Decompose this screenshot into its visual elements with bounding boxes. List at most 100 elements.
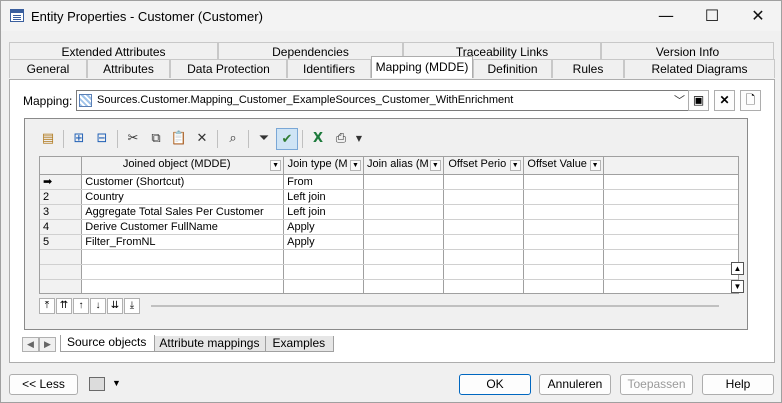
cell-join-alias[interactable]	[363, 264, 444, 280]
tab-related-diagrams[interactable]: Related Diagrams	[624, 59, 775, 78]
close-button[interactable]: ✕	[735, 1, 781, 31]
filter-icon[interactable]: ⏷	[253, 128, 275, 150]
cell-join-alias[interactable]	[363, 279, 444, 293]
row-marker[interactable]: 5	[40, 234, 83, 250]
scroll-up-icon[interactable]: ▲	[731, 262, 744, 275]
move-to-top-icon[interactable]: ⤒	[39, 298, 55, 314]
table-row[interactable]: 2 Country Left join	[40, 189, 738, 205]
col-offset-value[interactable]: Offset Value ▼	[523, 157, 604, 175]
cell-filler[interactable]	[603, 234, 738, 250]
cell-join-type[interactable]: Apply	[283, 234, 364, 250]
cell-joined-object[interactable]: Filter_FromNL	[81, 234, 285, 250]
mapping-properties-button[interactable]: ▣	[688, 90, 709, 111]
col-join-type[interactable]: Join type (M ▼	[283, 157, 364, 175]
table-row[interactable]	[40, 249, 738, 265]
row-marker[interactable]: 4	[40, 219, 83, 235]
table-row[interactable]	[40, 264, 738, 280]
cell-joined-object[interactable]: Country	[81, 189, 285, 205]
col-join-alias[interactable]: Join alias (M ▼	[363, 157, 444, 175]
cell-join-alias[interactable]	[363, 234, 444, 250]
print-menu-button[interactable]: ▼	[89, 375, 125, 395]
row-marker[interactable]	[40, 264, 83, 280]
chevron-down-icon[interactable]: ▼	[349, 160, 361, 171]
cell-offset-value[interactable]	[523, 204, 604, 220]
properties-icon[interactable]: ▤	[37, 128, 59, 150]
cell-offset-period[interactable]	[443, 219, 524, 235]
cell-filler[interactable]	[603, 174, 738, 190]
cell-joined-object[interactable]	[81, 264, 285, 280]
chevron-down-icon[interactable]: ▼	[270, 160, 282, 171]
cell-offset-value[interactable]	[523, 264, 604, 280]
tab-mapping-mdde[interactable]: Mapping (MDDE)	[371, 56, 473, 78]
cell-offset-period[interactable]	[443, 249, 524, 265]
cell-offset-value[interactable]	[523, 234, 604, 250]
insert-row-icon[interactable]: ⊞	[68, 128, 90, 150]
cell-offset-value[interactable]	[523, 174, 604, 190]
horizontal-scrollbar[interactable]	[151, 305, 719, 307]
row-marker[interactable]: ➡	[40, 174, 83, 190]
cell-join-type[interactable]	[283, 249, 364, 265]
cell-offset-period[interactable]	[443, 189, 524, 205]
cell-join-type[interactable]: Apply	[283, 219, 364, 235]
move-to-bottom-icon[interactable]: ⤓	[124, 298, 140, 314]
mapping-select[interactable]: Sources.Customer.Mapping_Customer_Exampl…	[76, 90, 690, 111]
subtab-examples[interactable]: Examples	[265, 336, 335, 352]
table-row[interactable]: 5 Filter_FromNL Apply	[40, 234, 738, 250]
chevron-down-icon[interactable]: ▼	[509, 160, 521, 171]
cell-join-type[interactable]: From	[283, 174, 364, 190]
row-marker[interactable]	[40, 249, 83, 265]
table-row[interactable]: 4 Derive Customer FullName Apply	[40, 219, 738, 235]
tab-data-protection[interactable]: Data Protection	[170, 59, 287, 78]
find-icon[interactable]: ⌕	[222, 128, 244, 150]
row-marker[interactable]	[40, 279, 83, 293]
mapping-new-button[interactable]: 🗋	[740, 90, 761, 111]
col-offset-period[interactable]: Offset Perio ▼	[443, 157, 524, 175]
cell-filler[interactable]	[603, 219, 738, 235]
cell-offset-period[interactable]	[443, 279, 524, 293]
cell-offset-value[interactable]	[523, 219, 604, 235]
cell-filler[interactable]	[603, 279, 738, 293]
apply-button[interactable]: Toepassen	[620, 374, 693, 395]
tab-rules[interactable]: Rules	[552, 59, 624, 78]
cut-icon[interactable]: ✂	[122, 128, 144, 150]
add-row-icon[interactable]: ⊟	[91, 128, 113, 150]
subtab-attribute-mappings[interactable]: Attribute mappings	[152, 336, 269, 352]
table-row[interactable]	[40, 279, 738, 293]
cell-offset-period[interactable]	[443, 174, 524, 190]
cell-offset-period[interactable]	[443, 204, 524, 220]
move-down-icon[interactable]: ↓	[90, 298, 106, 314]
cancel-button[interactable]: Annuleren	[539, 374, 611, 395]
cell-join-alias[interactable]	[363, 249, 444, 265]
cell-filler[interactable]	[603, 204, 738, 220]
chevron-down-icon[interactable]: ▼	[429, 160, 441, 171]
col-joined-object[interactable]: Joined object (MDDE) ▼	[81, 157, 285, 175]
minimize-button[interactable]: —	[643, 1, 689, 31]
cell-join-alias[interactable]	[363, 219, 444, 235]
excel-icon[interactable]: X	[307, 128, 329, 150]
tab-identifiers[interactable]: Identifiers	[287, 59, 371, 78]
scroll-left-icon[interactable]: ◀	[22, 337, 39, 352]
cell-join-type[interactable]: Left join	[283, 204, 364, 220]
row-marker[interactable]: 3	[40, 204, 83, 220]
cell-joined-object[interactable]: Derive Customer FullName	[81, 219, 285, 235]
move-up-page-icon[interactable]: ⇈	[56, 298, 72, 314]
table-row[interactable]: 3 Aggregate Total Sales Per Customer Left …	[40, 204, 738, 220]
chevron-down-icon[interactable]: ﹀	[674, 92, 685, 108]
maximize-button[interactable]: ☐	[689, 1, 735, 31]
cell-filler[interactable]	[603, 249, 738, 265]
cell-joined-object[interactable]: Customer (Shortcut)	[81, 174, 285, 190]
cell-joined-object[interactable]: Aggregate Total Sales Per Customer	[81, 204, 285, 220]
tab-general[interactable]: General	[9, 59, 87, 78]
copy-icon[interactable]: ⧉	[145, 128, 167, 150]
cell-offset-value[interactable]	[523, 189, 604, 205]
ok-button[interactable]: OK	[459, 374, 531, 395]
cell-join-alias[interactable]	[363, 189, 444, 205]
move-down-page-icon[interactable]: ⇊	[107, 298, 123, 314]
cell-join-alias[interactable]	[363, 204, 444, 220]
print-icon[interactable]: ⎙	[330, 128, 352, 150]
delete-icon[interactable]: ✕	[191, 128, 213, 150]
move-up-icon[interactable]: ↑	[73, 298, 89, 314]
cell-offset-value[interactable]	[523, 249, 604, 265]
grid-vscroll[interactable]: ▲ ▼	[731, 262, 745, 294]
paste-icon[interactable]: 📋	[168, 128, 190, 150]
